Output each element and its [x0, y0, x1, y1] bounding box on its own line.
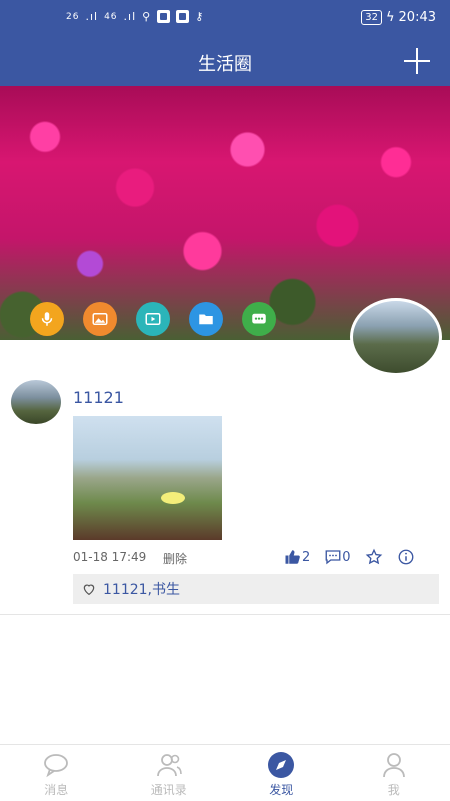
liked-by-names[interactable]: 11121,书生 — [103, 579, 180, 599]
play-icon — [144, 310, 162, 328]
clock: 20:43 — [399, 10, 436, 25]
avatar[interactable] — [11, 380, 61, 424]
page-title: 生活圈 — [0, 50, 450, 76]
like-count: 2 — [302, 550, 310, 565]
text-button[interactable] — [242, 302, 276, 336]
title-bar: 生活圈 — [0, 38, 450, 86]
tab-discover[interactable]: 发现 — [225, 745, 338, 801]
post-actions: 2 0 — [284, 548, 429, 566]
divider — [0, 614, 450, 615]
signal-icon: .ıl — [124, 10, 137, 23]
post-time: 01-18 17:49 — [73, 550, 146, 564]
star-icon — [365, 548, 383, 566]
bottom-tab-bar: 消息 通讯录 发现 我 — [0, 744, 450, 801]
info-button[interactable] — [397, 548, 415, 566]
comment-icon — [324, 548, 342, 566]
microphone-icon — [38, 310, 56, 328]
post-image[interactable] — [73, 416, 222, 540]
signal-2-label: 46 — [104, 12, 117, 22]
delete-button[interactable]: 删除 — [163, 550, 187, 567]
battery-level: 32 — [361, 10, 382, 25]
liked-by-bar: 11121,书生 — [73, 574, 439, 604]
tab-messages[interactable]: 消息 — [0, 745, 113, 801]
voice-button[interactable] — [30, 302, 64, 336]
tab-label: 通讯录 — [151, 781, 187, 798]
key-icon: ⚷ — [195, 10, 204, 23]
notification-icon — [157, 10, 170, 23]
compass-icon — [267, 751, 295, 779]
tab-me[interactable]: 我 — [338, 745, 450, 801]
folder-icon — [197, 310, 215, 328]
tab-label: 发现 — [269, 781, 293, 798]
tab-contacts[interactable]: 通讯录 — [113, 745, 226, 801]
add-post-button[interactable] — [404, 48, 430, 74]
contacts-icon — [155, 751, 183, 779]
cover-actions — [30, 302, 276, 336]
video-button[interactable] — [136, 302, 170, 336]
signal-icon: .ıl — [85, 10, 98, 23]
chat-dots-icon — [250, 310, 268, 328]
file-button[interactable] — [189, 302, 223, 336]
tab-label: 我 — [388, 781, 400, 798]
person-icon — [380, 751, 408, 779]
post-username[interactable]: 11121 — [73, 388, 124, 407]
signal-1-label: 26 — [66, 12, 79, 22]
comment-button[interactable]: 0 — [324, 548, 350, 566]
status-right: 32 ϟ 20:43 — [361, 10, 436, 25]
comment-count: 0 — [342, 550, 350, 565]
usb-icon: ⚲ — [142, 10, 151, 23]
flower-shape — [161, 492, 185, 504]
notification-icon — [176, 10, 189, 23]
thumbs-up-icon — [284, 548, 302, 566]
user-avatar[interactable] — [350, 298, 442, 376]
heart-icon — [81, 581, 97, 597]
tab-label: 消息 — [44, 781, 68, 798]
status-indicators: 26 .ıl 46 .ıl ⚲ ⚷ — [66, 10, 204, 23]
charging-icon: ϟ — [386, 10, 395, 25]
chat-bubble-icon — [42, 751, 70, 779]
image-button[interactable] — [83, 302, 117, 336]
info-icon — [397, 548, 415, 566]
favorite-button[interactable] — [365, 548, 383, 566]
image-icon — [91, 310, 109, 328]
like-button[interactable]: 2 — [284, 548, 310, 566]
status-bar: 26 .ıl 46 .ıl ⚲ ⚷ 32 ϟ 20:43 — [0, 0, 450, 38]
